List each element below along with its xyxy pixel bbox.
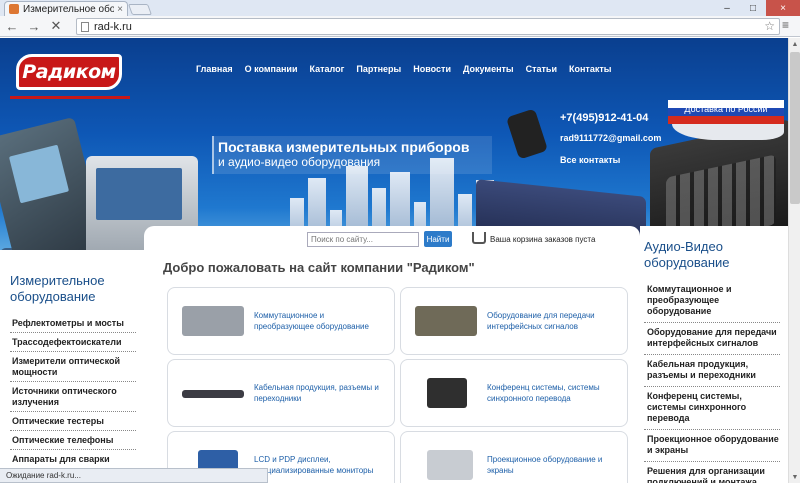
right-sidebar-menu: Коммутационное и преобразующее оборудова…: [644, 280, 780, 483]
bookmark-star-icon[interactable]: ☆: [764, 19, 775, 33]
category-card[interactable]: Кабельная продукция, разъемы и переходни…: [167, 359, 395, 427]
nav-link-partners[interactable]: Партнеры: [356, 64, 401, 74]
category-label[interactable]: Проекционное оборудование и экраны: [487, 454, 617, 476]
nav-link-contacts[interactable]: Контакты: [569, 64, 611, 74]
stop-loading-icon[interactable]: ✕: [46, 16, 66, 36]
cart-icon[interactable]: [472, 232, 486, 244]
right-menu-item[interactable]: Кабельная продукция, разъемы и переходни…: [644, 355, 780, 387]
scroll-up-arrow-icon[interactable]: ▲: [789, 38, 800, 50]
left-menu-item[interactable]: Рефлектометры и мосты: [10, 314, 136, 333]
category-label[interactable]: LCD и PDP дисплеи, специализированные мо…: [254, 454, 384, 476]
category-card[interactable]: Конференц системы, системы синхронного п…: [400, 359, 628, 427]
phone-number: +7(495)912-41-04: [560, 112, 649, 124]
left-menu-item[interactable]: Оптические телефоны: [10, 431, 136, 450]
nav-link-about[interactable]: О компании: [245, 64, 298, 74]
menu-icon[interactable]: ≡: [782, 18, 796, 32]
tab-close-icon[interactable]: ×: [117, 4, 123, 15]
top-navigation: Главная О компании Каталог Партнеры Ново…: [196, 64, 611, 74]
search-button[interactable]: Найти: [424, 231, 452, 247]
scrollbar-thumb[interactable]: [790, 52, 800, 204]
browser-status-bar: Ожидание rad-k.ru...: [0, 468, 268, 483]
right-menu-item[interactable]: Оборудование для передачи интерфейсных с…: [644, 323, 780, 355]
right-sidebar-title: Аудио-Видео оборудование: [644, 239, 730, 270]
category-label[interactable]: Кабельная продукция, разъемы и переходни…: [254, 382, 384, 404]
category-card[interactable]: Коммутационное и преобразующее оборудова…: [167, 287, 395, 355]
browser-tab-strip: Измерительное оборудов × – □ ×: [0, 0, 800, 16]
browser-tab[interactable]: Измерительное оборудов ×: [4, 1, 128, 16]
favicon-icon: [9, 4, 19, 14]
logo-text: Радиком: [22, 61, 116, 83]
headline-line-2: и аудио-видео оборудования: [218, 155, 381, 169]
search-input[interactable]: [307, 232, 419, 247]
window-controls: – □ ×: [714, 0, 800, 16]
page-title: Добро пожаловать на сайт компании "Радик…: [163, 260, 475, 275]
page-icon: [81, 21, 89, 32]
maximize-button[interactable]: □: [740, 0, 766, 16]
left-sidebar-title: Измерительное оборудование: [10, 273, 105, 304]
right-menu-item[interactable]: Коммутационное и преобразующее оборудова…: [644, 280, 780, 323]
url-text: rad-k.ru: [94, 20, 132, 33]
category-label[interactable]: Оборудование для передачи интерфейсных с…: [487, 310, 617, 332]
category-image: [427, 450, 473, 480]
address-bar[interactable]: rad-k.ru ☆: [76, 18, 780, 35]
nav-link-news[interactable]: Новости: [413, 64, 451, 74]
left-menu-item[interactable]: Трассодефектоискатели: [10, 333, 136, 352]
category-image: [182, 390, 244, 398]
close-window-button[interactable]: ×: [766, 0, 800, 16]
right-sidebar: Аудио-Видео оборудование Коммутационное …: [640, 226, 788, 483]
logo-underline: [10, 96, 130, 99]
main-content: Найти Ваша корзина заказов пуста Добро п…: [144, 226, 640, 483]
nav-link-catalog[interactable]: Каталог: [309, 64, 344, 74]
minimize-button[interactable]: –: [714, 0, 740, 16]
site-logo[interactable]: Радиком: [16, 54, 122, 90]
left-sidebar-menu: Рефлектометры и мосты Трассодефектоискат…: [10, 314, 136, 480]
category-label[interactable]: Коммутационное и преобразующее оборудова…: [254, 310, 384, 332]
analyzer-screen: [96, 168, 182, 220]
left-menu-item[interactable]: Источники оптического излучения: [10, 382, 136, 412]
category-label[interactable]: Конференц системы, системы синхронного п…: [487, 382, 617, 404]
category-card[interactable]: Оборудование для передачи интерфейсных с…: [400, 287, 628, 355]
browser-toolbar: ← → ✕ rad-k.ru ☆: [0, 16, 800, 37]
site-banner: Радиком Главная О компании Каталог Партн…: [0, 38, 788, 250]
category-image: [182, 306, 244, 336]
nav-link-articles[interactable]: Статьи: [526, 64, 557, 74]
page-scrollbar[interactable]: ▲ ▼: [788, 38, 800, 483]
forward-arrow-icon[interactable]: →: [24, 16, 44, 36]
category-image: [427, 378, 467, 408]
new-tab-button[interactable]: [127, 4, 153, 15]
phone-image: [505, 108, 549, 160]
nav-link-home[interactable]: Главная: [196, 64, 233, 74]
all-contacts-link[interactable]: Все контакты: [560, 155, 661, 165]
email-link[interactable]: rad9111772@gmail.com: [560, 133, 661, 143]
banner-headline: Поставка измерительных приборов и аудио-…: [212, 136, 492, 174]
back-arrow-icon[interactable]: ←: [2, 16, 22, 36]
category-card[interactable]: Проекционное оборудование и экраны: [400, 431, 628, 483]
cart-status[interactable]: Ваша корзина заказов пуста: [490, 235, 595, 244]
header-contacts: +7(495)912-41-04 rad9111772@gmail.com Вс…: [560, 112, 661, 165]
delivery-label: Доставка по России: [684, 104, 768, 114]
tab-title: Измерительное оборудов: [23, 3, 115, 15]
left-menu-item[interactable]: Оптические тестеры: [10, 412, 136, 431]
scroll-down-arrow-icon[interactable]: ▼: [789, 471, 800, 483]
right-menu-item[interactable]: Решения для организации подключений и мо…: [644, 462, 780, 483]
right-menu-item[interactable]: Конференц системы, системы синхронного п…: [644, 387, 780, 430]
category-image: [415, 306, 477, 336]
right-menu-item[interactable]: Проекционное оборудование и экраны: [644, 430, 780, 462]
headline-line-1: Поставка измерительных приборов: [218, 139, 470, 155]
left-menu-item[interactable]: Измерители оптической мощности: [10, 352, 136, 382]
left-sidebar: Измерительное оборудование Рефлектометры…: [0, 250, 142, 480]
nav-link-documents[interactable]: Документы: [463, 64, 514, 74]
